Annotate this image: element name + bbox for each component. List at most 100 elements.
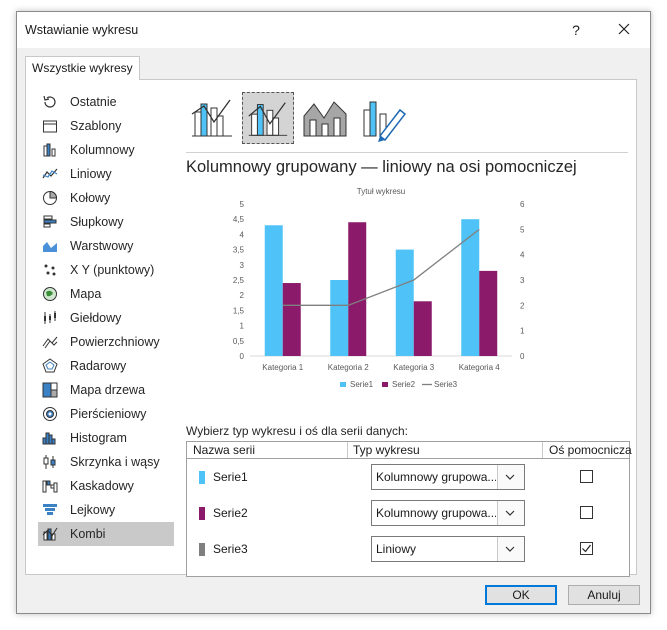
chart-type-select[interactable]: Kolumnowy grupowa... <box>371 464 525 490</box>
sidebar-item-label: Kaskadowy <box>70 479 134 493</box>
chart-type-value: Liniowy <box>376 542 417 556</box>
sidebar-item-label: Kolumnowy <box>70 143 135 157</box>
sidebar-item-label: Powierzchniowy <box>70 335 160 349</box>
y-tick-label: 3,5 <box>233 246 245 255</box>
sidebar-item-combo[interactable]: Kombi <box>38 522 174 546</box>
y2-tick-label: 2 <box>520 301 525 310</box>
sidebar-item-recent[interactable]: Ostatnie <box>38 90 174 114</box>
y-tick-label: 5 <box>240 200 245 209</box>
x-tick-label: Kategoria 2 <box>328 363 369 372</box>
sidebar-item-funnel[interactable]: Lejkowy <box>38 498 174 522</box>
sidebar-item-label: Histogram <box>70 431 127 445</box>
chart-preview: Tytuł wykresu 0 0,5 1 1,5 2 2,5 3 3,5 4 4,5 5 0 1 2 3 4 5… <box>233 187 525 389</box>
checkmark-icon <box>582 544 591 553</box>
legend-entry: Serie1 <box>350 380 374 389</box>
radar-chart-icon <box>42 358 58 373</box>
thumb-custom-combo[interactable] <box>356 92 408 144</box>
map-chart-icon <box>43 287 57 301</box>
secondary-axis-checkbox[interactable] <box>580 470 593 483</box>
surface-chart-icon <box>42 336 58 349</box>
sidebar-item-box-whisker[interactable]: Skrzynka i wąsy <box>38 450 174 474</box>
secondary-axis-checkbox[interactable] <box>580 542 593 555</box>
header-separator <box>347 442 348 458</box>
sidebar-item-stock[interactable]: Giełdowy <box>38 306 174 330</box>
sidebar-item-area[interactable]: Warstwowy <box>38 234 174 258</box>
series-table: Nazwa serii Typ wykresu Oś pomocnicza Se… <box>186 441 632 577</box>
sidebar-item-label: Radarowy <box>70 359 127 373</box>
series-color-swatch <box>199 543 205 556</box>
chevron-down-icon <box>505 510 515 516</box>
chevron-down-icon <box>505 546 515 552</box>
sidebar-item-label: Szablony <box>70 119 122 133</box>
sidebar-item-label: Kombi <box>70 527 106 541</box>
sidebar-item-bar[interactable]: Słupkowy <box>38 210 174 234</box>
x-tick-label: Kategoria 3 <box>393 363 434 372</box>
sidebar-item-label: Mapa drzewa <box>70 383 146 397</box>
chart-type-select[interactable]: Kolumnowy grupowa... <box>371 500 525 526</box>
y-tick-label: 3 <box>240 261 245 270</box>
column-chart-icon <box>43 143 56 157</box>
sidebar-item-sunburst[interactable]: Pierścieniowy <box>38 402 174 426</box>
chart-title: Tytuł wykresu <box>357 187 405 196</box>
title-bar: Wstawianie wykresu ? <box>17 12 650 48</box>
y-tick-label: 0 <box>240 352 245 361</box>
bar <box>479 270 498 356</box>
series-table-header: Nazwa serii Typ wykresu Oś pomocnicza <box>187 442 632 459</box>
clustered-column-line-icon <box>191 99 232 137</box>
close-button[interactable] <box>612 19 636 41</box>
header-secondary-axis: Oś pomocnicza <box>549 443 632 457</box>
thumb-clustered-column-line[interactable] <box>186 92 238 144</box>
chart-type-select[interactable]: Liniowy <box>371 536 525 562</box>
sidebar-item-surface[interactable]: Powierzchniowy <box>38 330 174 354</box>
custom-combo-pencil-icon <box>363 101 407 142</box>
dropdown-button[interactable] <box>497 501 524 525</box>
recent-icon <box>43 95 56 108</box>
dialog-title: Wstawianie wykresu <box>25 23 139 37</box>
bar <box>348 222 367 356</box>
sidebar-item-pie[interactable]: Kołowy <box>38 186 174 210</box>
legend-swatch <box>382 382 388 387</box>
main-panel: Kolumnowy grupowany — liniowy na osi pom… <box>186 90 632 577</box>
x-tick-label: Kategoria 1 <box>262 363 303 372</box>
insert-chart-dialog: Wstawianie wykresu ? Wszystkie wykresy O… <box>16 11 651 614</box>
histogram-chart-icon <box>42 432 56 445</box>
stacked-area-column-icon <box>303 101 347 137</box>
x-tick-label: Kategoria 4 <box>459 363 500 372</box>
y2-tick-label: 4 <box>520 251 525 260</box>
bar-chart-icon <box>43 215 57 228</box>
clustered-column-line-secondary-icon <box>248 102 288 136</box>
cancel-button[interactable]: Anuluj <box>568 585 640 605</box>
y-tick-label: 2,5 <box>233 276 245 285</box>
tab-all-charts[interactable]: Wszystkie wykresy <box>25 56 140 80</box>
sidebar-item-treemap[interactable]: Mapa drzewa <box>38 378 174 402</box>
dropdown-button[interactable] <box>497 465 524 489</box>
sidebar-item-label: Skrzynka i wąsy <box>70 455 160 469</box>
sidebar-item-waterfall[interactable]: Kaskadowy <box>38 474 174 498</box>
sidebar-item-line[interactable]: Liniowy <box>38 162 174 186</box>
series-row: Serie1 Kolumnowy grupowa... <box>187 460 629 496</box>
sidebar-item-label: Lejkowy <box>70 503 116 517</box>
dropdown-button[interactable] <box>497 537 524 561</box>
stock-chart-icon <box>44 311 56 324</box>
help-button[interactable]: ? <box>564 19 588 41</box>
header-series-name: Nazwa serii <box>193 443 256 457</box>
legend-swatch <box>340 382 346 387</box>
thumb-clustered-column-line-secondary[interactable] <box>242 92 294 144</box>
sidebar-item-scatter[interactable]: X Y (punktowy) <box>38 258 174 282</box>
ok-button[interactable]: OK <box>485 585 557 605</box>
series-prompt: Wybierz typ wykresu i oś dla serii danyc… <box>186 424 408 438</box>
treemap-chart-icon <box>42 382 58 398</box>
thumb-stacked-area-column[interactable] <box>300 92 352 144</box>
sidebar-item-map[interactable]: Mapa <box>38 282 174 306</box>
bar <box>330 280 349 356</box>
secondary-axis-checkbox[interactable] <box>580 506 593 519</box>
templates-icon <box>43 120 57 133</box>
y-tick-label: 4,5 <box>233 215 245 224</box>
area-chart-icon <box>43 242 57 252</box>
sidebar-item-histogram[interactable]: Histogram <box>38 426 174 450</box>
sidebar-item-column[interactable]: Kolumnowy <box>38 138 174 162</box>
sidebar-item-radar[interactable]: Radarowy <box>38 354 174 378</box>
series-name: Serie3 <box>213 542 248 556</box>
chart-type-value: Kolumnowy grupowa... <box>376 506 496 520</box>
sidebar-item-templates[interactable]: Szablony <box>38 114 174 138</box>
